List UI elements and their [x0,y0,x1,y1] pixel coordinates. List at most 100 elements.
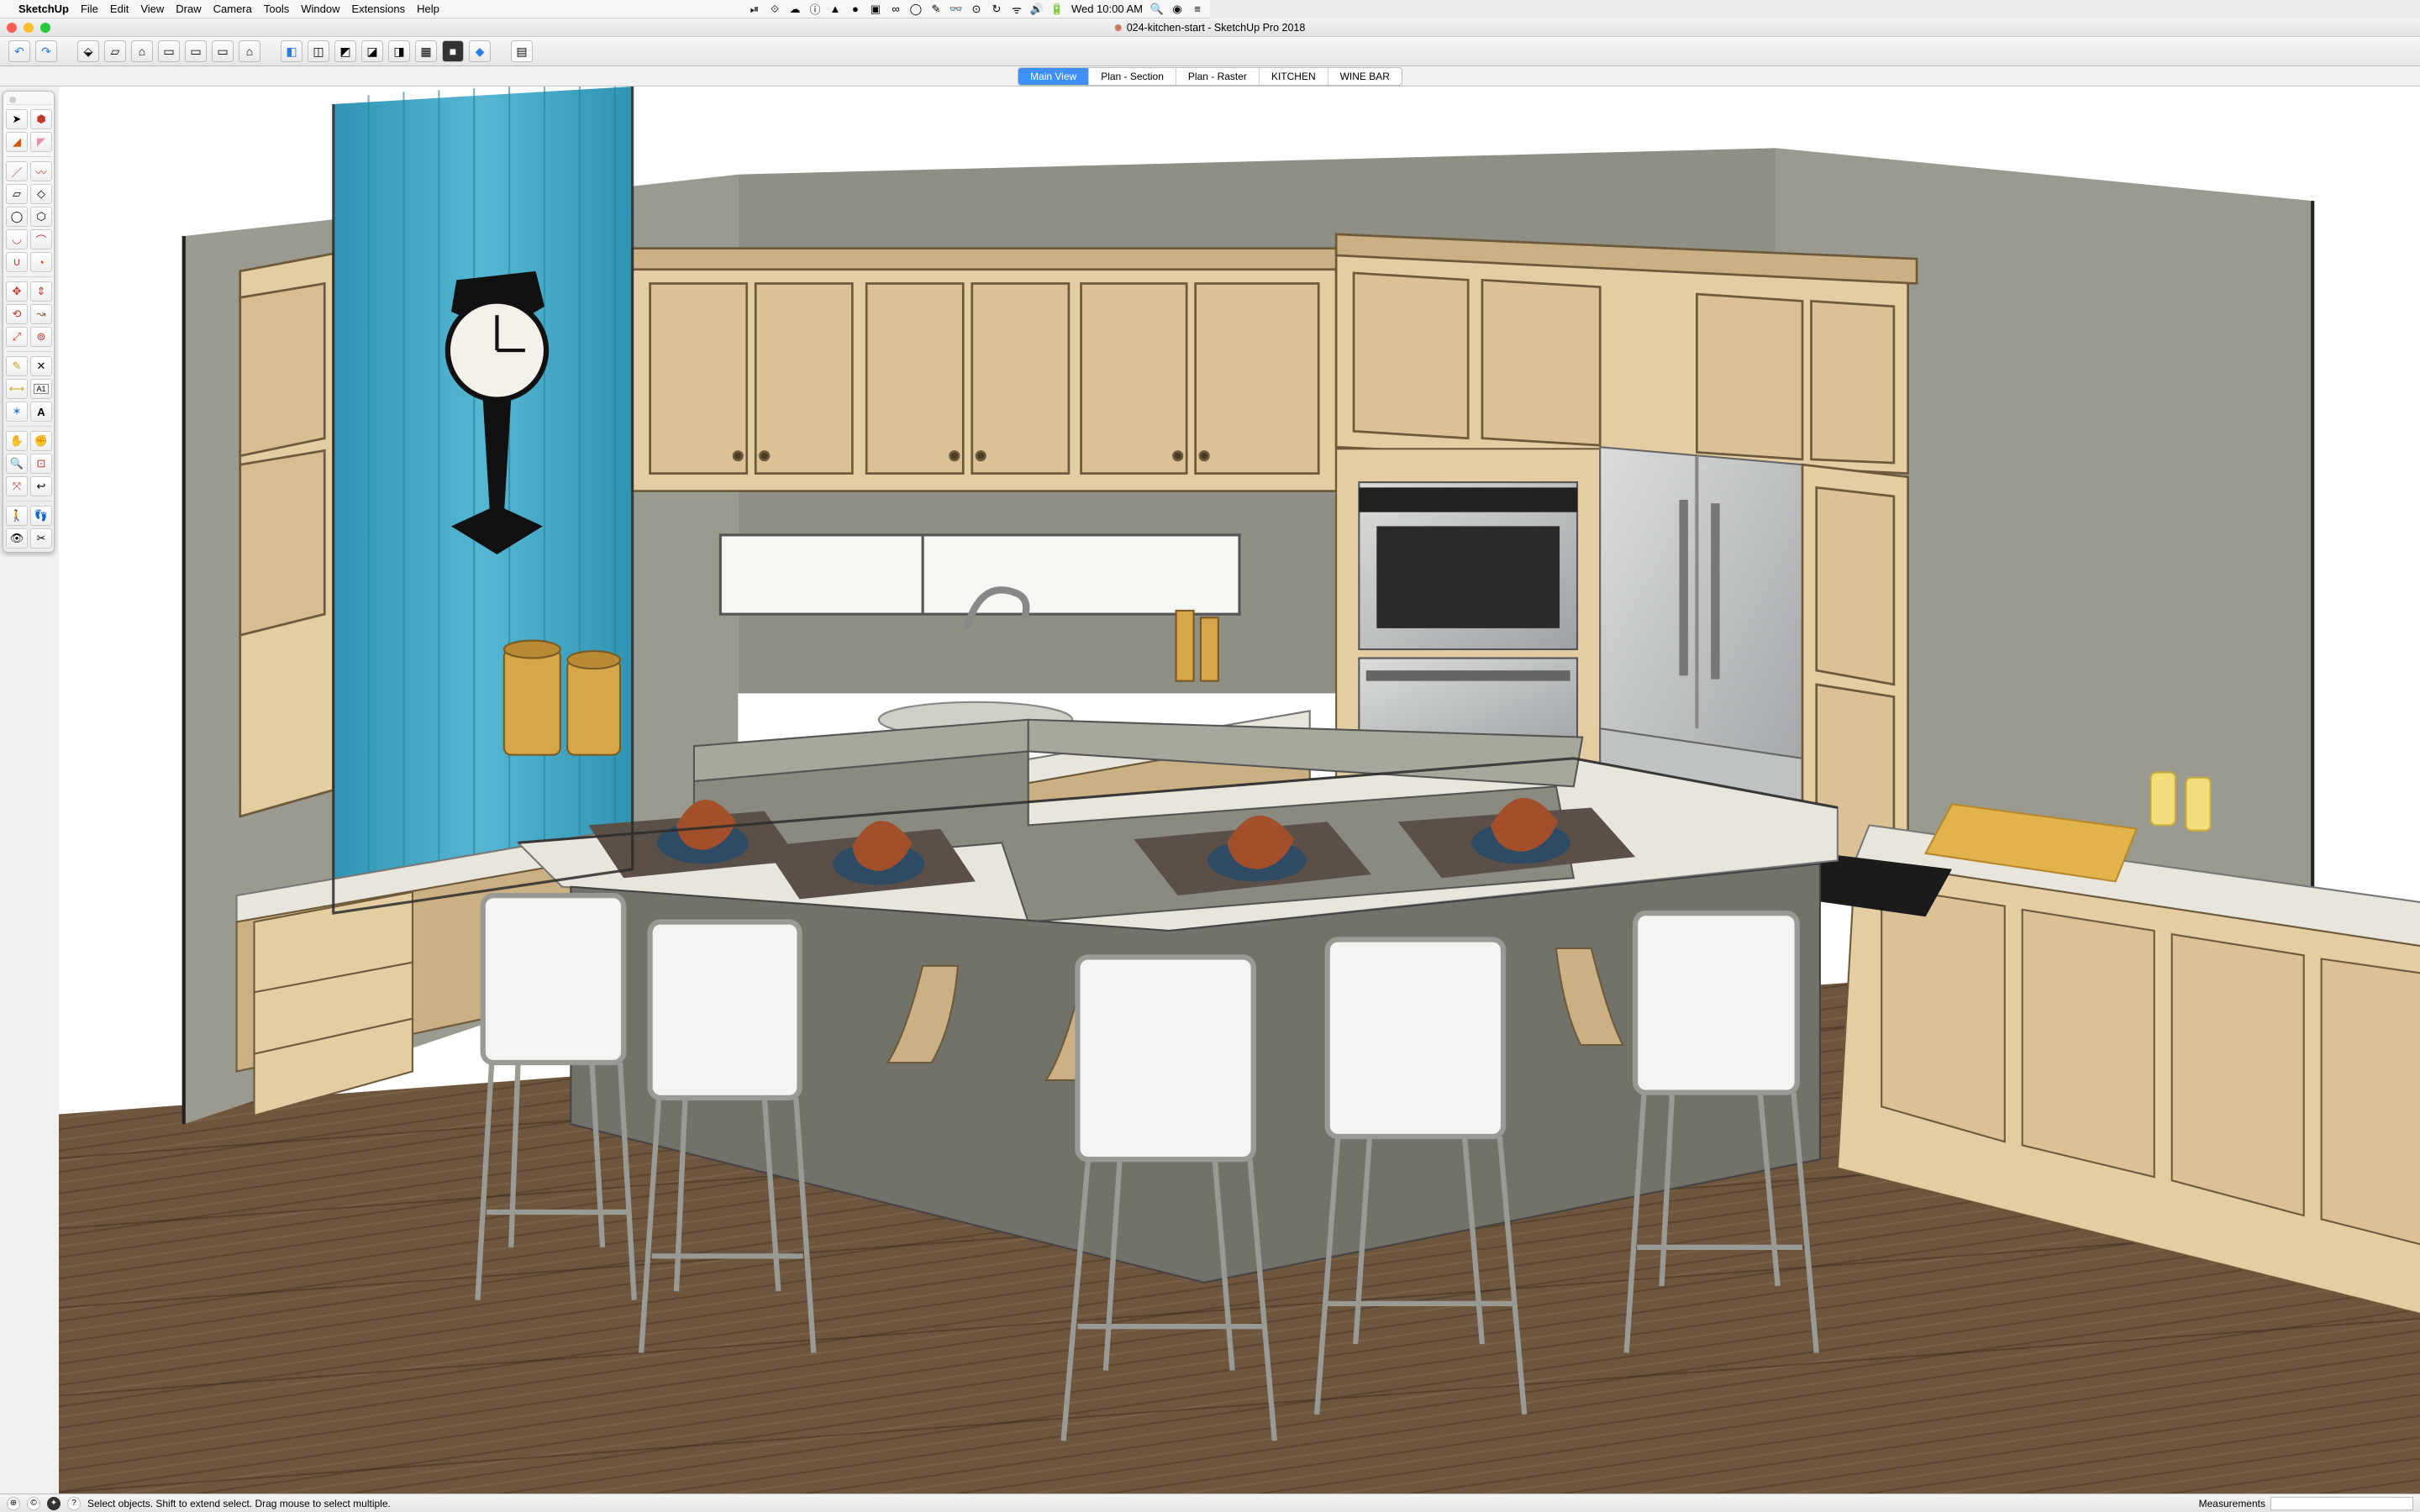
scene-tab-wine-bar[interactable]: WINE BAR [1328,68,1402,85]
view-house-button[interactable]: ⌂ [239,40,260,62]
evernote-icon[interactable]: ✎ [930,3,942,15]
style-backedges-button[interactable]: ■ [442,40,464,62]
help-icon[interactable]: ? [67,1497,81,1510]
spotlight-icon[interactable]: 🔍 [1151,3,1163,15]
axes-tool[interactable]: ✶ [6,402,28,422]
siri-icon[interactable]: ◉ [1171,3,1183,15]
close-button[interactable] [7,23,17,33]
eraser-tool[interactable]: ◢ [6,132,28,152]
view-back-button[interactable]: ▭ [185,40,207,62]
zoom-extents-tool[interactable]: ⤧ [6,476,28,496]
credits-icon[interactable]: © [27,1497,40,1510]
menu-tools[interactable]: Tools [264,3,289,15]
circle-i-icon[interactable]: ⓘ [809,3,821,15]
cloud-icon[interactable]: ☁ [789,3,801,15]
app-menu[interactable]: SketchUp [18,3,69,15]
look-around-tool[interactable]: 👁 [6,528,28,549]
display-icon[interactable]: ▣ [870,3,881,15]
rotate-tool[interactable]: ⟲ [6,304,28,324]
wifi-icon[interactable]: ᯤ [1011,3,1023,15]
pushpull-tool[interactable]: ⇕ [30,281,52,302]
glasses-icon[interactable]: 👓 [950,3,962,15]
redo-button[interactable]: ↷ [35,40,57,62]
measurements-input[interactable] [2270,1497,2413,1510]
geo-icon[interactable]: ⊕ [7,1497,20,1510]
volume-icon[interactable]: 🔊 [1031,3,1043,15]
orbit-tool[interactable]: ✋ [6,431,28,451]
view-iso-button[interactable]: ⬙ [77,40,99,62]
offset-tool[interactable]: ⊚ [30,327,52,347]
style-color-button[interactable]: ◆ [469,40,491,62]
pan-tool[interactable]: ✊ [30,431,52,451]
square-icon[interactable]: ◯ [910,3,922,15]
select-tool[interactable]: ➤ [6,109,28,129]
arc-tool[interactable]: ◡ [6,229,28,249]
section-tool[interactable]: ✂ [30,528,52,549]
hat-icon[interactable]: ● [850,3,861,15]
zoom-window-tool[interactable]: ⊡ [30,454,52,474]
menu-file[interactable]: File [81,3,98,15]
previous-view-tool[interactable]: ↩ [30,476,52,496]
menu-camera[interactable]: Camera [213,3,252,15]
menubar-clock[interactable]: Wed 10:00 AM [1071,3,1143,15]
paint-tool[interactable]: ⬢ [30,109,52,129]
dropbox-icon[interactable]: ⟐ [769,3,781,15]
flame-icon[interactable]: ▲ [829,3,841,15]
battery-icon[interactable]: 🔋 [1051,3,1063,15]
profile-icon[interactable]: ✦ [47,1497,60,1510]
pie-tool[interactable]: ◔ [30,252,52,272]
protractor-tool[interactable]: ✕ [30,356,52,376]
rectangle-rot-tool[interactable]: ◇ [30,184,52,204]
walk-tool[interactable]: 👣 [30,506,52,526]
menu-extensions[interactable]: Extensions [351,3,405,15]
scene-tab-plan-section[interactable]: Plan - Section [1089,68,1176,85]
tape-tool[interactable]: ✎ [6,356,28,376]
circle-tool[interactable]: ◯ [6,207,28,227]
zoom-button[interactable] [40,23,50,33]
video-icon[interactable]: ⏯ [749,3,760,15]
history-icon[interactable]: ↻ [991,3,1002,15]
menu-edit[interactable]: Edit [110,3,129,15]
view-left-button[interactable]: ▭ [212,40,234,62]
scene-tab-kitchen[interactable]: KITCHEN [1260,68,1328,85]
text-tool[interactable]: A1 [30,379,52,399]
menu-view[interactable]: View [140,3,164,15]
style-mono-button[interactable]: ◨ [388,40,410,62]
freehand-tool[interactable]: 〰 [30,161,52,181]
menu-draw[interactable]: Draw [176,3,201,15]
model-viewport[interactable] [59,87,2420,1494]
position-camera-tool[interactable]: 🚶 [6,506,28,526]
style-xray-button[interactable]: ▦ [415,40,437,62]
style-hidden-button[interactable]: ◩ [334,40,356,62]
eraser-soft-tool[interactable]: ◤ [30,132,52,152]
undo-button[interactable]: ↶ [8,40,30,62]
dimension-tool[interactable]: ⟷ [6,379,28,399]
style-shaded-button[interactable]: ◧ [281,40,302,62]
view-top-button[interactable]: ▱ [104,40,126,62]
style-shaded-tex-button[interactable]: ◪ [361,40,383,62]
line-tool[interactable]: ／ [6,161,28,181]
3dtext-tool[interactable]: A [30,402,52,422]
scale-tool[interactable]: ⤢ [6,327,28,347]
view-right-button[interactable]: ▭ [158,40,180,62]
tool-palette[interactable]: ➤ ⬢ ◢ ◤ ／ 〰 ▱ ◇ ◯ ⬡ ◡ ⌒ ∪ ◔ ✥ ⇕ ⟲ ↝ ⤢ ⊚ … [3,91,55,553]
menu-help[interactable]: Help [417,3,439,15]
scene-tab-plan-raster[interactable]: Plan - Raster [1176,68,1260,85]
arc2-tool[interactable]: ⌒ [30,229,52,249]
menu-window[interactable]: Window [301,3,339,15]
arc3-tool[interactable]: ∪ [6,252,28,272]
zoom-tool[interactable]: 🔍 [6,454,28,474]
polygon-tool[interactable]: ⬡ [30,207,52,227]
infinity-icon[interactable]: ∞ [890,3,902,15]
palette-header[interactable] [6,95,52,105]
view-front-button[interactable]: ⌂ [131,40,153,62]
style-wireframe-button[interactable]: ◫ [308,40,329,62]
record-icon[interactable]: ⊙ [971,3,982,15]
rectangle-tool[interactable]: ▱ [6,184,28,204]
followme-tool[interactable]: ↝ [30,304,52,324]
notifications-icon[interactable]: ≡ [1192,3,1203,15]
move-tool[interactable]: ✥ [6,281,28,302]
scene-tab-main-view[interactable]: Main View [1018,68,1089,85]
minimize-button[interactable] [24,23,34,33]
layers-button[interactable]: ▤ [511,40,533,62]
